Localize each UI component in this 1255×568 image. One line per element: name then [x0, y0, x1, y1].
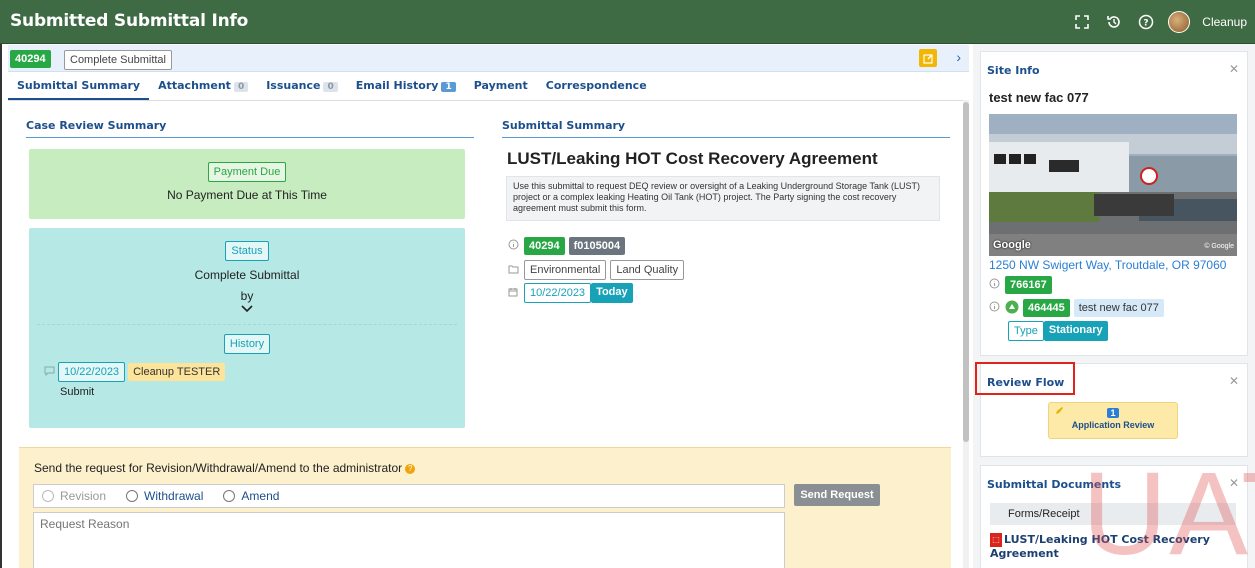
tab-payment[interactable]: Payment — [465, 79, 537, 100]
site-name: test new fac 077 — [989, 90, 1089, 105]
forms-receipt-header: Forms/Receipt — [990, 503, 1236, 525]
step-label: Application Review — [1071, 420, 1155, 430]
send-request-button[interactable]: Send Request — [794, 484, 880, 506]
type-label-badge: Type — [1008, 321, 1044, 341]
facility-icon — [1005, 300, 1019, 317]
issuance-count: 0 — [323, 82, 338, 92]
attachment-count: 0 — [233, 82, 249, 92]
site-address[interactable]: 1250 NW Swigert Way, Troutdale, OR 97060 — [989, 258, 1226, 272]
site-photo: Google © Google — [989, 114, 1237, 256]
type-value-badge: Stationary — [1043, 321, 1108, 341]
status-label-badge: Status — [225, 241, 269, 261]
program-badge: Land Quality — [610, 260, 685, 280]
status-badge: Complete Submittal — [64, 50, 172, 70]
page-title: Submitted Submittal Info — [10, 11, 249, 31]
radio-amend[interactable]: Amend — [223, 489, 279, 503]
tab-correspondence[interactable]: Correspondence — [537, 79, 656, 100]
payment-text: No Payment Due at This Time — [167, 188, 327, 202]
date-badge: 10/22/2023 — [524, 283, 592, 303]
info-icon[interactable]: ? — [405, 463, 416, 474]
fullscreen-icon[interactable] — [1072, 12, 1092, 32]
document-link[interactable]: ⬚ LUST/Leaking HOT Cost Recovery Agreemen… — [990, 533, 1230, 561]
status-box: Status Complete Submittal by History 10/… — [29, 228, 465, 428]
site-info-title: Site Info — [987, 64, 1040, 77]
close-icon[interactable]: ✕ — [1229, 62, 1239, 76]
chevron-right-icon[interactable]: › — [956, 49, 961, 65]
close-icon[interactable]: ✕ — [1229, 476, 1239, 490]
form-code-badge: f0105004 — [568, 237, 626, 255]
facility-id-badge: 464445 — [1023, 299, 1070, 317]
case-review-title: Case Review Summary — [26, 119, 474, 138]
scrollbar[interactable] — [963, 100, 969, 568]
info-icon — [989, 301, 1001, 315]
category-badge: Environmental — [524, 260, 607, 280]
history-badge: History — [223, 334, 271, 354]
submittal-description: Use this submittal to request DEQ review… — [506, 176, 940, 221]
google-logo: Google — [993, 239, 1031, 251]
highlight-box — [975, 362, 1075, 395]
site-id-badge: 766167 — [1005, 276, 1052, 294]
chevron-down-icon[interactable] — [29, 303, 465, 317]
left-border — [0, 44, 2, 568]
revision-options: Revision Withdrawal Amend — [33, 484, 785, 508]
revision-section: Send the request for Revision/Withdrawal… — [19, 447, 951, 568]
request-reason-input[interactable] — [33, 512, 785, 568]
divider — [37, 324, 457, 325]
pencil-icon — [1055, 406, 1064, 417]
submittal-heading: LUST/Leaking HOT Cost Recovery Agreement — [507, 149, 878, 168]
submittal-id-badge: 40294 — [10, 50, 51, 68]
email-history-count: 1 — [441, 82, 456, 92]
radio-revision[interactable]: Revision — [42, 489, 106, 503]
history-action: Submit — [60, 386, 95, 398]
submittal-summary-title: Submittal Summary — [502, 119, 950, 138]
site-info-card: Site Info ✕ test new fac 077 Google © Go… — [980, 51, 1248, 356]
tab-attachment[interactable]: Attachment 0 — [149, 79, 257, 100]
folder-icon — [508, 264, 520, 277]
payment-box: Payment Due No Payment Due at This Time — [29, 149, 465, 219]
tab-bar: Submittal Summary Attachment 0 Issuance 0 … — [8, 72, 969, 101]
revision-title: Send the request for Revision/Withdrawal… — [34, 461, 416, 475]
facility-name-badge: test new fac 077 — [1073, 299, 1164, 317]
submittal-subheader: 40294 Complete Submittal › — [8, 45, 969, 72]
history-icon[interactable] — [1104, 12, 1124, 32]
pdf-icon: ⬚ — [990, 533, 1002, 547]
application-review-step[interactable]: 1 Application Review — [1048, 402, 1178, 439]
status-text: Complete Submittal — [194, 268, 300, 282]
app-header: Submitted Submittal Info ? Cleanup — [0, 0, 1255, 44]
submittal-documents-title: Submittal Documents — [987, 478, 1121, 491]
avatar[interactable] — [1168, 11, 1191, 33]
payment-due-badge: Payment Due — [207, 162, 287, 182]
tab-email-history[interactable]: Email History 1 — [347, 79, 465, 100]
radio-withdrawal[interactable]: Withdrawal — [126, 489, 203, 503]
history-user-badge: Cleanup TESTER — [128, 363, 226, 381]
category-row: Environmental Land Quality — [508, 260, 685, 280]
summary-id-badge: 40294 — [524, 237, 565, 255]
date-row: 10/22/2023 Today — [508, 283, 633, 303]
tab-submittal-summary[interactable]: Submittal Summary — [8, 79, 150, 100]
comment-icon — [44, 366, 55, 379]
info-icon — [989, 278, 1001, 292]
photo-credit: © Google — [1204, 243, 1234, 250]
history-date-badge: 10/22/2023 — [58, 362, 126, 382]
info-icon — [508, 239, 520, 253]
step-number: 1 — [1107, 408, 1119, 418]
close-icon[interactable]: ✕ — [1229, 374, 1239, 388]
calendar-icon — [508, 287, 520, 300]
today-badge: Today — [591, 283, 633, 303]
edit-icon[interactable] — [919, 49, 937, 67]
help-icon[interactable]: ? — [1136, 12, 1156, 32]
svg-text:?: ? — [1144, 19, 1149, 29]
user-name[interactable]: Cleanup — [1202, 15, 1247, 29]
by-text: by — [240, 289, 254, 303]
tab-issuance[interactable]: Issuance 0 — [257, 79, 347, 100]
id-row: 40294 f0105004 — [508, 237, 626, 255]
